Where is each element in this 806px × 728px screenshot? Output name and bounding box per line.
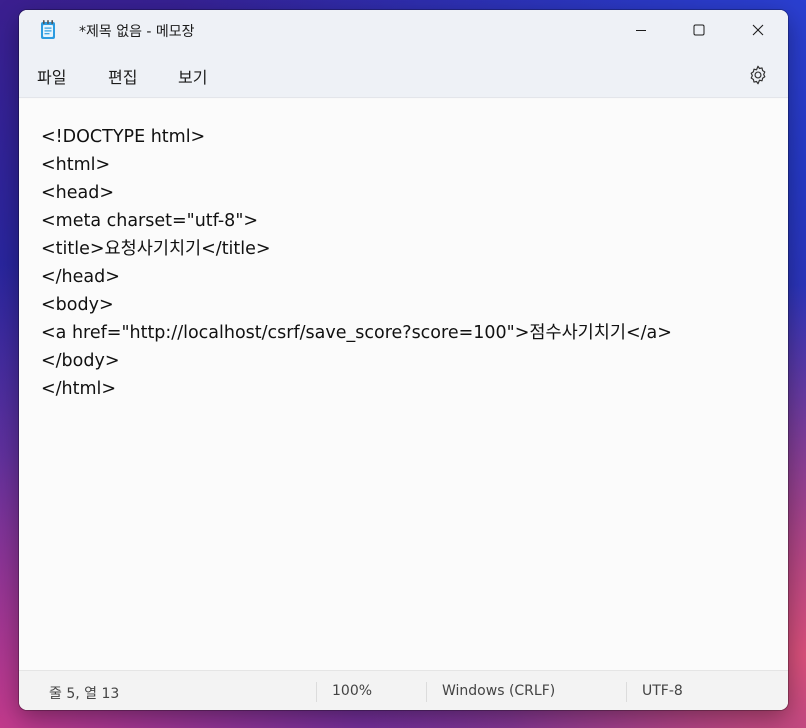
zoom-level[interactable]: 100% [332, 683, 372, 699]
notepad-icon [41, 20, 55, 39]
maximize-icon [693, 24, 705, 36]
editor-line: <meta charset="utf-8"> [41, 211, 259, 231]
notepad-window: *제목 없음 - 메모장 파일 편집 보기 <!DOCTYPE html> <h… [19, 10, 788, 710]
encoding[interactable]: UTF-8 [642, 683, 683, 699]
status-divider [626, 682, 627, 702]
editor-line: <title>요청사기치기</title> [41, 239, 271, 259]
close-icon [752, 24, 764, 36]
menu-view[interactable]: 보기 [174, 62, 211, 90]
menu-file[interactable]: 파일 [33, 62, 70, 90]
editor-line: <html> [41, 155, 111, 175]
menu-edit[interactable]: 편집 [104, 62, 141, 90]
editor-line: <a href="http://localhost/csrf/save_scor… [41, 323, 672, 343]
close-button[interactable] [729, 10, 787, 50]
editor-line: </head> [41, 267, 120, 287]
line-ending[interactable]: Windows (CRLF) [442, 683, 555, 699]
status-divider [426, 682, 427, 702]
status-divider [316, 682, 317, 702]
maximize-button[interactable] [670, 10, 728, 50]
cursor-position: 줄 5, 열 13 [49, 686, 120, 702]
editor-line: <head> [41, 183, 115, 203]
status-bar: 줄 5, 열 13 100% Windows (CRLF) UTF-8 [19, 670, 788, 710]
editor-line: </body> [41, 351, 120, 371]
gear-icon[interactable] [747, 64, 769, 86]
title-bar[interactable]: *제목 없음 - 메모장 [19, 10, 788, 50]
editor-line: </html> [41, 379, 117, 399]
window-title: *제목 없음 - 메모장 [79, 24, 195, 40]
minimize-button[interactable] [612, 10, 670, 50]
menu-bar: 파일 편집 보기 [19, 50, 788, 98]
editor-line: <body> [41, 295, 114, 315]
editor-line: <!DOCTYPE html> [41, 127, 206, 147]
text-editor[interactable]: <!DOCTYPE html> <html> <head> <meta char… [19, 99, 788, 670]
minimize-icon [636, 30, 646, 31]
